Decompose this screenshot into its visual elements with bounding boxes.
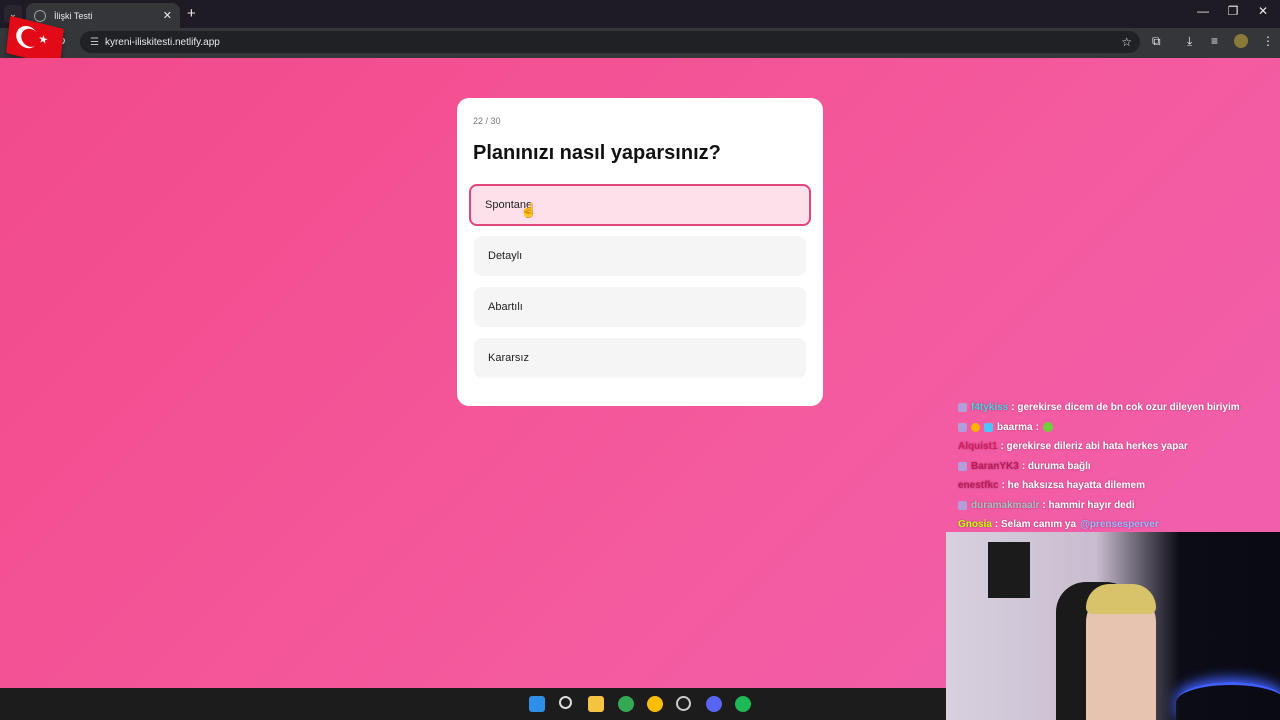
- badge-icon: [958, 500, 967, 510]
- badge-icon: [958, 422, 967, 432]
- tab-strip: ⌄ İlişki Testi ✕ + — ❐ ✕: [0, 0, 1280, 28]
- chat-text: : gerekirse dicem de bn cok ozur dileyen…: [1011, 402, 1240, 414]
- windows-start-icon[interactable]: [529, 696, 545, 712]
- chat-username: Alquist1: [958, 441, 998, 453]
- discord-icon[interactable]: [706, 696, 722, 712]
- chat-message: f4tykiss : gerekirse dicem de bn cok ozu…: [958, 398, 1278, 418]
- address-bar[interactable]: ☰ kyreni-iliskitesti.netlify.app ☆: [80, 31, 1140, 53]
- close-icon[interactable]: ✕: [163, 9, 172, 22]
- chat-message: baarma :: [958, 418, 1278, 438]
- chat-message: enestfkc : he haksızsa hayatta dilemem: [958, 476, 1278, 496]
- poster-image: [988, 542, 1030, 598]
- chat-message: duramakmaalr : hammir hayır dedi: [958, 496, 1278, 516]
- chat-text: : gerekirse dileriz abi hata herkes yapa…: [1000, 441, 1188, 453]
- new-tab-icon[interactable]: +: [187, 5, 196, 22]
- chat-text: : he haksızsa hayatta dilemem: [1001, 480, 1145, 492]
- chat-text: : hammir hayır dedi: [1042, 499, 1135, 511]
- globe-icon: [34, 9, 46, 22]
- chat-username: f4tykiss: [971, 402, 1009, 414]
- url-text: kyreni-iliskitesti.netlify.app: [104, 36, 220, 48]
- media-control-icon[interactable]: ≡: [1211, 34, 1218, 48]
- chat-username: baarma: [997, 421, 1033, 433]
- spotify-icon[interactable]: [735, 696, 751, 712]
- taskbar: [0, 688, 946, 720]
- search-icon[interactable]: [559, 696, 572, 709]
- hand-cursor-icon: ☝: [520, 202, 538, 218]
- tab-title: İlişki Testi: [54, 10, 93, 21]
- streamer-hair: [1086, 584, 1156, 614]
- chrome-icon[interactable]: [618, 696, 634, 712]
- extensions-icon[interactable]: ⧉: [1152, 34, 1161, 49]
- chat-message: BaranYK3 : duruma bağlı: [958, 457, 1278, 477]
- chat-text: :: [1035, 421, 1039, 433]
- chat-text: : duruma bağlı: [1021, 460, 1091, 472]
- progress-counter: 22 / 30: [473, 116, 501, 126]
- minimize-icon[interactable]: —: [1188, 4, 1218, 18]
- chat-username: duramakmaalr: [971, 499, 1040, 511]
- badge-icon: [958, 461, 967, 471]
- badge-icon: [958, 403, 967, 413]
- chrome-icon[interactable]: [647, 696, 663, 712]
- chat-message: Alquist1 : gerekirse dileriz abi hata he…: [958, 437, 1278, 457]
- restore-icon[interactable]: ❐: [1218, 4, 1248, 18]
- quiz-card: 22 / 30 Planınızı nasıl yaparsınız? Spon…: [457, 98, 823, 406]
- option-abartili[interactable]: Abartılı: [474, 287, 806, 327]
- bookmark-star-icon[interactable]: ☆: [1121, 35, 1132, 49]
- question-title: Planınızı nasıl yaparsınız?: [473, 142, 721, 164]
- chat-overlay: f4tykiss : gerekirse dicem de bn cok ozu…: [958, 398, 1278, 535]
- badge-icon: [971, 422, 980, 432]
- chat-username: BaranYK3: [971, 460, 1019, 472]
- webcam-overlay: [946, 532, 1280, 720]
- chat-mention: @prensesperver: [1080, 519, 1159, 531]
- emote-icon: [1042, 422, 1053, 433]
- chat-text: : Selam canım ya: [994, 519, 1077, 531]
- neon-light: [1176, 682, 1280, 720]
- chat-username: enestfkc: [958, 480, 999, 492]
- option-kararsiz[interactable]: Kararsız: [474, 338, 806, 378]
- tab-active[interactable]: İlişki Testi ✕: [26, 3, 180, 28]
- option-detayli[interactable]: Detaylı: [474, 236, 806, 276]
- file-explorer-icon[interactable]: [588, 696, 604, 712]
- download-icon[interactable]: ⤓: [1187, 34, 1192, 49]
- window-close-icon[interactable]: ✕: [1248, 4, 1278, 18]
- menu-dots-icon[interactable]: ⋮: [1262, 34, 1274, 48]
- site-info-icon[interactable]: ☰: [90, 37, 99, 48]
- app-icon[interactable]: [676, 696, 691, 711]
- badge-icon: [984, 422, 993, 432]
- chat-username: Gnosia: [958, 519, 992, 531]
- profile-avatar[interactable]: [1234, 34, 1248, 48]
